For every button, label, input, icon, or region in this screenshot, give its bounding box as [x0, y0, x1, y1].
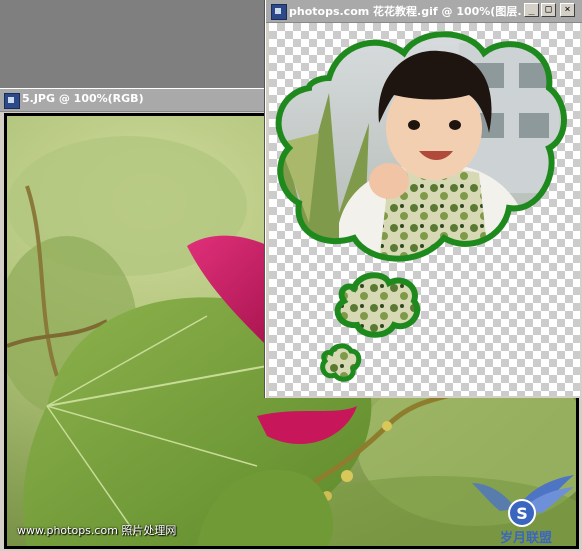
- document-window-gif[interactable]: photops.com 花花教程.gif @ 100%(图层... _ □ ×: [265, 0, 582, 398]
- window-title: photops.com 花花教程.gif @ 100%(图层...: [289, 5, 521, 18]
- photoshop-document-icon: [4, 93, 20, 109]
- minimize-button[interactable]: _: [524, 3, 539, 17]
- transparent-canvas[interactable]: [269, 23, 580, 396]
- logo-badge: S: [516, 504, 528, 523]
- window-titlebar[interactable]: photops.com 花花教程.gif @ 100%(图层... _ □ ×: [266, 0, 582, 23]
- site-logo: S 岁月联盟: [472, 475, 574, 546]
- window-title: 5.JPG @ 100%(RGB): [22, 92, 144, 105]
- photoshop-document-icon: [271, 4, 287, 20]
- logo-text: 岁月联盟: [500, 530, 552, 546]
- watermark-text: www.photops.com 照片处理网: [17, 524, 177, 537]
- maximize-button[interactable]: □: [541, 3, 556, 17]
- close-button[interactable]: ×: [560, 3, 575, 17]
- cloud-photo-layer: [275, 31, 567, 382]
